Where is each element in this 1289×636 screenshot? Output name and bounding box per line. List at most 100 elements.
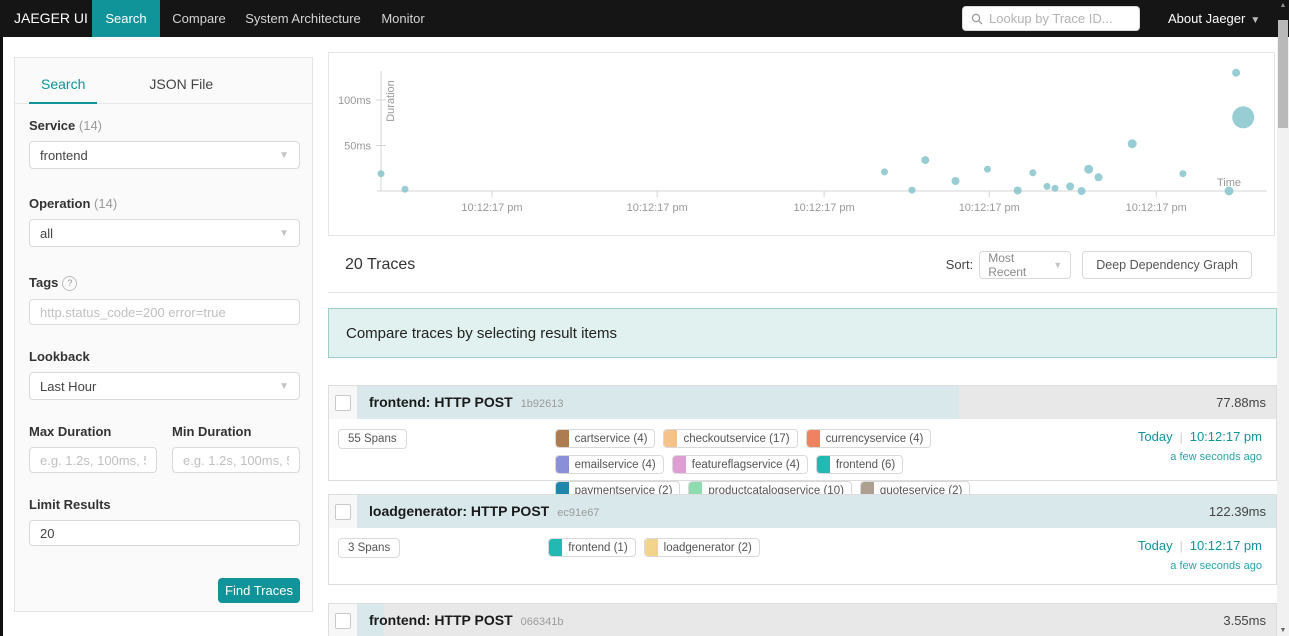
lookback-label: Lookback xyxy=(29,349,90,364)
trace-relative-time: a few seconds ago xyxy=(1170,560,1262,572)
trace-select-checkbox[interactable] xyxy=(335,612,351,629)
service-tag: emailservice (4) xyxy=(554,455,664,474)
svg-text:Duration: Duration xyxy=(385,80,397,122)
service-count: (14) xyxy=(78,118,103,133)
min-duration-field: Min Duration xyxy=(172,424,300,473)
sidebar-tabs: Search JSON File xyxy=(15,58,312,104)
compare-banner: Compare traces by selecting result items xyxy=(328,308,1277,358)
limit-results-label: Limit Results xyxy=(29,497,111,512)
trace-count: 20 Traces xyxy=(345,255,416,273)
trace-result-card[interactable]: loadgenerator: HTTP POST ec91e67 122.39ms… xyxy=(328,494,1277,585)
svg-text:10:12:17 pm: 10:12:17 pm xyxy=(627,202,688,214)
max-duration-field: Max Duration xyxy=(29,424,157,473)
results-column: 50ms 100ms 10:12:17 pm 10:12:17 pm 10:12:17 … xyxy=(328,0,1277,636)
service-tag: currencyservice (4) xyxy=(805,429,932,448)
trace-duration: 77.88ms xyxy=(1216,395,1266,410)
service-color-swatch xyxy=(664,430,678,447)
service-label: Service xyxy=(29,118,76,133)
service-color-swatch xyxy=(549,539,563,556)
deep-dependency-graph-button[interactable]: Deep Dependency Graph xyxy=(1082,250,1252,279)
compare-banner-text: Compare traces by selecting result items xyxy=(346,324,617,342)
span-count-badge: 55 Spans xyxy=(338,429,407,449)
service-color-swatch xyxy=(555,456,569,473)
operation-field: Operation (14) all ▼ xyxy=(29,196,300,247)
chevron-down-icon: ▼ xyxy=(1053,259,1063,270)
service-color-swatch xyxy=(816,456,830,473)
service-tag: cartservice (4) xyxy=(554,429,656,448)
service-tag: frontend (6) xyxy=(815,455,904,474)
app-brand[interactable]: JAEGER UI xyxy=(14,0,88,37)
scrollbar-thumb[interactable] xyxy=(1278,20,1288,128)
trace-result-card[interactable]: frontend: HTTP POST 066341b 3.55ms xyxy=(328,603,1277,636)
chevron-down-icon: ▼ xyxy=(279,227,289,239)
trace-id: 1b92613 xyxy=(520,398,564,410)
nav-tab-compare[interactable]: Compare xyxy=(163,0,235,37)
trace-result-card[interactable]: frontend: HTTP POST 1b92613 77.88ms 55 Sp… xyxy=(328,385,1277,526)
service-color-swatch xyxy=(806,430,820,447)
nav-tab-search[interactable]: Search xyxy=(92,0,160,37)
min-duration-label: Min Duration xyxy=(172,424,252,439)
chevron-down-icon: ▼ xyxy=(279,149,289,161)
tab-search[interactable]: Search xyxy=(29,76,98,104)
lookback-field: Lookback Last Hour ▼ xyxy=(29,349,300,400)
trace-header[interactable]: frontend: HTTP POST 1b92613 77.88ms xyxy=(329,386,1276,419)
trace-date-link[interactable]: Today xyxy=(1138,429,1173,444)
scroll-down-arrow[interactable]: ▼ xyxy=(1277,627,1289,634)
operation-select[interactable]: all ▼ xyxy=(29,219,300,247)
trace-time-link[interactable]: 10:12:17 pm xyxy=(1190,538,1262,553)
service-field: Service (14) frontend ▼ xyxy=(29,118,300,169)
trace-time: Today | 10:12:17 pm a few seconds ago xyxy=(1137,538,1262,572)
trace-duration: 122.39ms xyxy=(1208,504,1266,519)
service-tag: loadgenerator (2) xyxy=(643,538,760,557)
max-duration-input[interactable] xyxy=(29,447,157,473)
trace-relative-time: a few seconds ago xyxy=(1170,451,1262,463)
lookback-select[interactable]: Last Hour ▼ xyxy=(29,372,300,400)
trace-details: 3 Spans frontend (1) loadgenerator (2) T… xyxy=(329,528,1276,572)
scroll-up-arrow[interactable]: ▲ xyxy=(1277,2,1289,9)
duration-scatter-card: 50ms 100ms 10:12:17 pm 10:12:17 pm 10:12:17 … xyxy=(328,52,1275,236)
trace-select-checkbox[interactable] xyxy=(335,394,351,411)
limit-results-input[interactable] xyxy=(29,520,300,546)
page-scrollbar[interactable]: ▲ ▼ xyxy=(1277,0,1289,636)
sort-label: Sort: xyxy=(945,257,974,272)
min-duration-input[interactable] xyxy=(172,447,300,473)
trace-header[interactable]: frontend: HTTP POST 066341b 3.55ms xyxy=(329,604,1276,636)
trace-title[interactable]: frontend: HTTP POST xyxy=(369,394,513,410)
svg-text:50ms: 50ms xyxy=(344,141,371,153)
help-icon[interactable]: ? xyxy=(62,276,78,291)
scatter-plot[interactable]: 50ms 100ms 10:12:17 pm 10:12:17 pm 10:12:17 … xyxy=(329,53,1274,235)
trace-time: Today | 10:12:17 pm a few seconds ago xyxy=(1137,429,1262,463)
span-count-badge: 3 Spans xyxy=(338,538,401,558)
limit-results-field: Limit Results xyxy=(29,497,300,546)
trace-duration: 3.55ms xyxy=(1223,613,1266,628)
service-tags: frontend (1) loadgenerator (2) xyxy=(548,538,1018,557)
trace-id: 066341b xyxy=(520,616,564,628)
find-traces-button[interactable]: Find Traces xyxy=(218,578,300,603)
search-sidebar: Search JSON File Service (14) frontend ▼… xyxy=(14,57,313,612)
results-header: 20 Traces Sort: Most Recent ▼ Deep Depen… xyxy=(328,237,1277,293)
svg-text:10:12:17 pm: 10:12:17 pm xyxy=(959,202,1020,214)
service-color-swatch xyxy=(644,539,658,556)
tags-input[interactable] xyxy=(29,299,300,325)
trace-select-checkbox[interactable] xyxy=(335,503,351,520)
trace-date-link[interactable]: Today xyxy=(1138,538,1173,553)
service-tag: featureflagservice (4) xyxy=(671,455,808,474)
service-color-swatch xyxy=(555,430,569,447)
trace-time-link[interactable]: 10:12:17 pm xyxy=(1190,429,1262,444)
window-edge xyxy=(0,37,3,636)
operation-count: (14) xyxy=(94,196,118,211)
tab-json-file[interactable]: JSON File xyxy=(137,76,225,103)
operation-label: Operation xyxy=(29,196,91,211)
jaeger-search-page: JAEGER UI Search Compare System Architec… xyxy=(0,0,1289,636)
max-duration-label: Max Duration xyxy=(29,424,112,439)
svg-text:100ms: 100ms xyxy=(338,95,372,107)
svg-text:10:12:17 pm: 10:12:17 pm xyxy=(1126,202,1187,214)
service-select[interactable]: frontend ▼ xyxy=(29,141,300,169)
trace-title[interactable]: loadgenerator: HTTP POST xyxy=(369,503,549,519)
service-tag: checkoutservice (17) xyxy=(663,429,798,448)
service-color-swatch xyxy=(672,456,686,473)
sort-select[interactable]: Most Recent ▼ xyxy=(979,250,1072,279)
trace-id: ec91e67 xyxy=(557,507,600,519)
trace-header[interactable]: loadgenerator: HTTP POST ec91e67 122.39ms xyxy=(329,495,1276,528)
trace-title[interactable]: frontend: HTTP POST xyxy=(369,612,513,628)
